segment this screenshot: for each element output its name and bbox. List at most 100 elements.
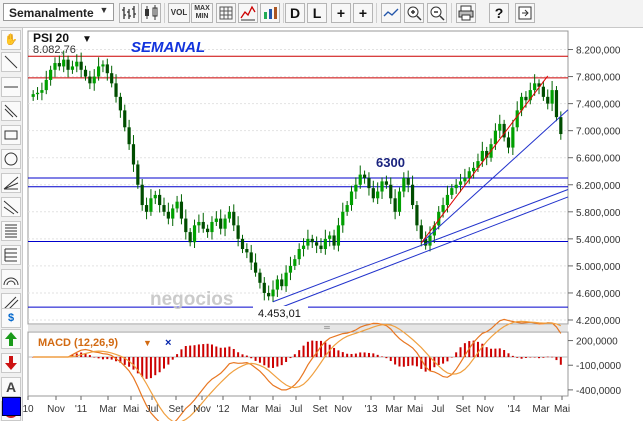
macd-histogram-bar (529, 357, 532, 358)
zoom-out-icon[interactable] (427, 3, 447, 23)
macd-histogram-bar (267, 357, 270, 368)
candle-body (472, 167, 476, 172)
macd-histogram-bar (158, 357, 161, 373)
macd-histogram-bar (289, 357, 292, 359)
crosshair-label-icon[interactable]: + (353, 3, 373, 23)
grid-icon[interactable] (216, 3, 236, 23)
toolbar: Semanalmente ▼ VOL MAX MIN D L + + ? (0, 0, 643, 28)
candle-body (240, 238, 245, 249)
candle-body (441, 205, 445, 212)
candle-body (114, 83, 118, 97)
candle-body (397, 191, 402, 212)
hand-icon[interactable]: ✋ (1, 30, 21, 50)
daily-button[interactable]: D (285, 3, 305, 23)
x-tick-label: Jul (290, 404, 303, 415)
candle-body (166, 211, 170, 219)
candle-body (92, 76, 96, 84)
candle-body (227, 211, 232, 219)
color-swatch[interactable] (2, 397, 21, 416)
candle-body (179, 201, 184, 219)
candle-body (371, 188, 375, 199)
candle-body (271, 289, 275, 297)
candle-body (158, 194, 162, 206)
indicator-icon[interactable] (238, 3, 258, 23)
macd-histogram-bar (263, 357, 266, 366)
close-icon[interactable]: × (165, 337, 171, 349)
macd-histogram-bar (516, 357, 519, 358)
macd-histogram-bar (533, 357, 536, 358)
line-icon[interactable] (1, 52, 21, 72)
fib-retracement-icon[interactable] (1, 245, 21, 265)
rectangle-icon[interactable] (1, 125, 21, 145)
buy-arrow-icon[interactable] (1, 329, 21, 349)
macd-histogram-bar (546, 356, 549, 358)
x-tick-label: Mar (99, 404, 117, 415)
candle-body (559, 117, 563, 135)
help-icon[interactable]: ? (489, 3, 509, 23)
sell-arrow-icon[interactable] (1, 353, 21, 373)
candle-body (345, 205, 349, 212)
macd-histogram-bar (455, 352, 458, 358)
candle-body (428, 235, 432, 246)
macd-histogram-bar (424, 357, 427, 372)
watermark: negocios (150, 289, 233, 310)
macd-histogram-bar (176, 354, 179, 358)
candle-body (31, 94, 35, 97)
crosshair-icon[interactable]: + (331, 3, 351, 23)
log-button[interactable]: L (307, 3, 327, 23)
fib-fan-icon[interactable] (1, 221, 21, 241)
candle-body (162, 205, 166, 212)
maxmin-icon[interactable]: MAX MIN (191, 3, 213, 23)
x-tick-label: Mai (407, 404, 423, 415)
zoom-in-icon[interactable] (404, 3, 424, 23)
candle-body (554, 90, 559, 118)
y-tick-label: 7.800,000 (576, 73, 621, 84)
macd-histogram-bar (437, 357, 440, 365)
macd-histogram-bar (88, 355, 91, 358)
macd-histogram-bar (311, 340, 314, 358)
macd-histogram-bar (319, 340, 322, 358)
candle-body (367, 178, 371, 189)
chevron-down-icon[interactable]: ▼ (143, 338, 152, 348)
candlestick-icon[interactable] (141, 3, 161, 23)
candle-body (105, 64, 109, 74)
chart-area[interactable]: 8.200,000 7.800,000 7.400,000 7.000,000 6.60… (23, 28, 643, 421)
fan-icon[interactable] (1, 173, 21, 193)
candle-body (419, 225, 423, 239)
candle-body (319, 245, 323, 249)
macd-histogram-bar (110, 357, 113, 360)
candle-body (214, 218, 218, 222)
macd-histogram-bar (189, 345, 192, 358)
macd-histogram-bar (106, 357, 109, 360)
export-icon[interactable] (515, 3, 535, 23)
candle-body (49, 69, 53, 80)
print-icon[interactable] (456, 3, 476, 23)
dollar-icon[interactable]: $ (1, 308, 21, 328)
candle-body (406, 178, 410, 185)
macd-histogram-bar (184, 346, 187, 358)
candle-body (70, 66, 75, 70)
candle-body (206, 228, 210, 233)
candle-body (75, 61, 79, 67)
period-select[interactable]: Semanalmente ▼ (3, 3, 114, 21)
trend-icon[interactable] (381, 3, 401, 23)
volume-icon[interactable]: VOL (168, 3, 190, 23)
macd-histogram-bar (171, 357, 174, 360)
candle-body (393, 198, 397, 212)
macd-histogram-bar (459, 347, 462, 358)
macd-histogram-bar (280, 357, 283, 366)
candle-body (88, 76, 92, 84)
arc-icon[interactable] (1, 269, 21, 289)
ray-icon[interactable] (1, 101, 21, 121)
macd-histogram-bar (394, 357, 397, 365)
text-icon[interactable]: A (1, 377, 21, 397)
candle-body (101, 64, 105, 67)
fibonacci-icon[interactable] (1, 197, 21, 217)
x-tick-label: Set (168, 404, 183, 415)
chevron-down-icon[interactable]: ▼ (82, 34, 92, 45)
circle-icon[interactable] (1, 149, 21, 169)
bar-chart-icon[interactable] (119, 3, 139, 23)
hline-icon[interactable] (1, 77, 21, 97)
compare-icon[interactable] (260, 3, 280, 23)
pane-splitter[interactable] (28, 325, 568, 331)
